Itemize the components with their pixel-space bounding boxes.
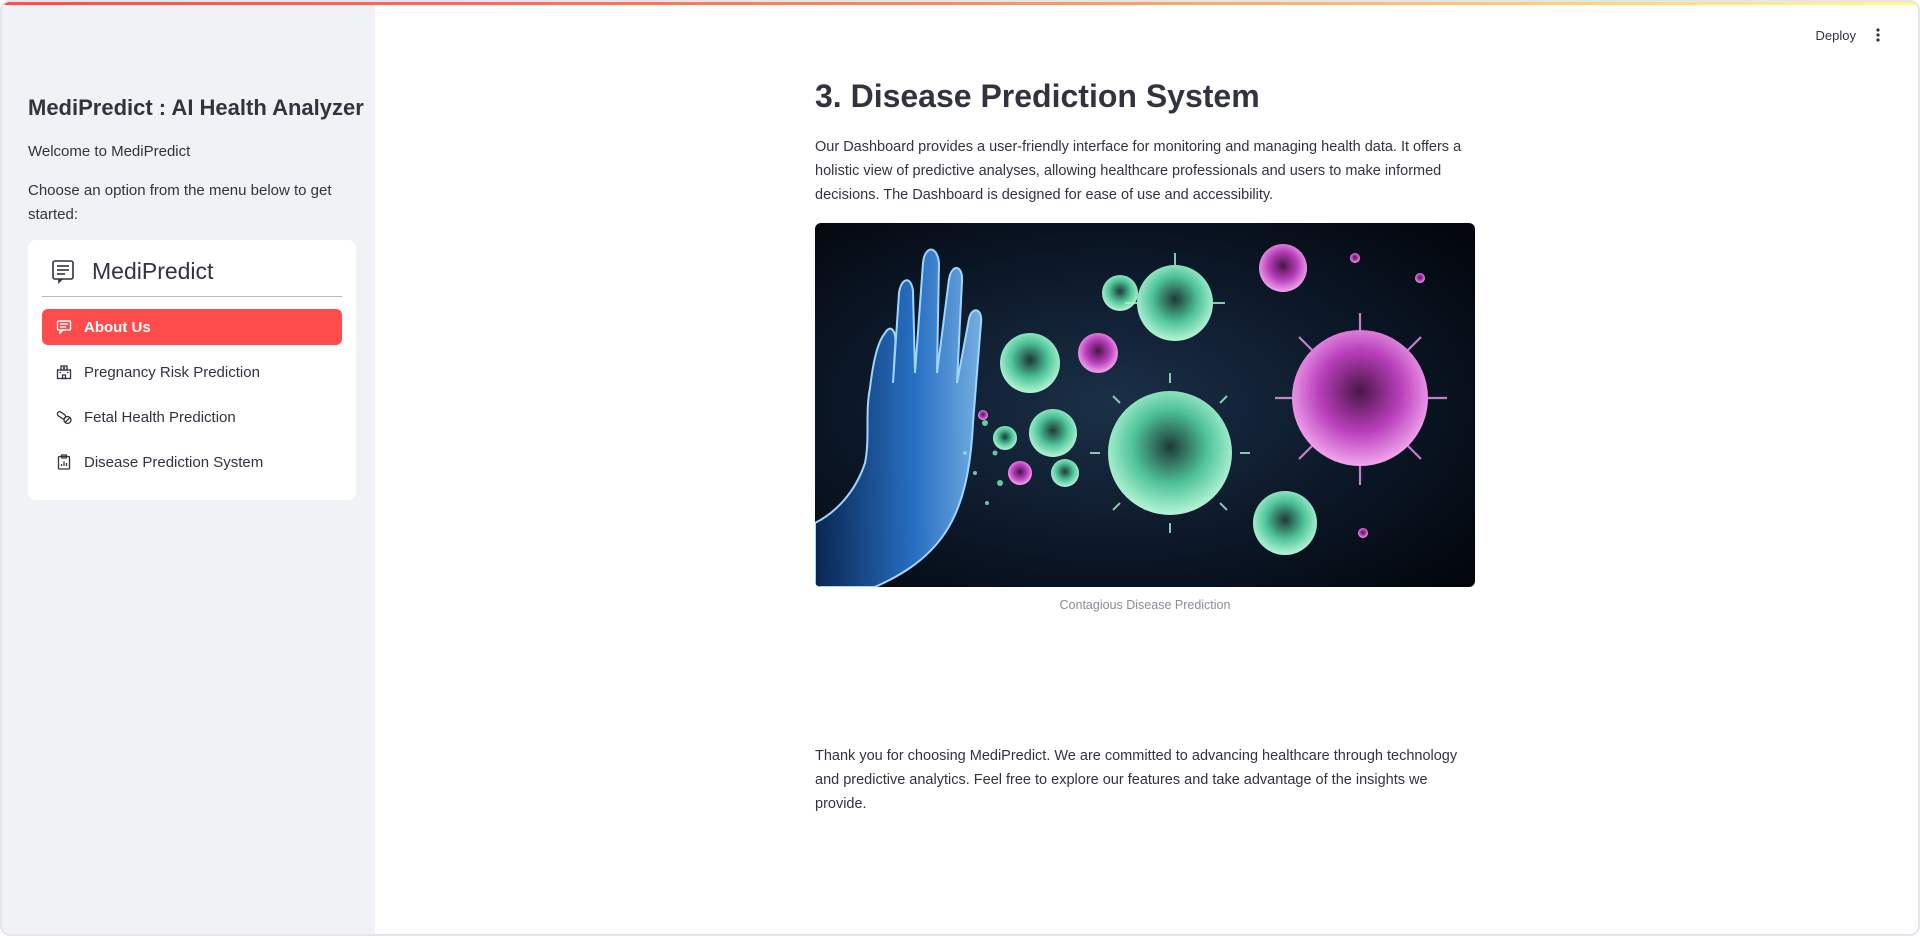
menu-item-label: Fetal Health Prediction <box>84 408 236 426</box>
chat-icon <box>56 319 72 335</box>
menu-item-label: About Us <box>84 318 151 336</box>
menu-item-fetal-health-prediction[interactable]: Fetal Health Prediction <box>42 399 342 435</box>
menu-header: MediPredict <box>42 252 342 297</box>
kebab-vertical-icon[interactable] <box>1874 26 1882 44</box>
instruction-text: Choose an option from the menu below to … <box>28 182 332 223</box>
option-menu: MediPredict About Us Pregnancy Risk Pred… <box>28 240 356 500</box>
deploy-button[interactable]: Deploy <box>1816 28 1856 43</box>
capsule-icon <box>56 409 72 425</box>
page-title: 3. Disease Prediction System <box>815 78 1260 114</box>
menu-item-label: Disease Prediction System <box>84 453 264 471</box>
menu-item-label: Pregnancy Risk Prediction <box>84 363 260 381</box>
welcome-text: Welcome to MediPredict <box>28 143 191 160</box>
sidebar: MediPredict : AI Health Analyzer Welcome… <box>2 2 375 934</box>
description-text: Our Dashboard provides a user-friendly i… <box>815 139 1462 203</box>
menu-item-about-us[interactable]: About Us <box>42 309 342 345</box>
disease-illustration-image <box>815 223 1475 587</box>
app-window: MediPredict : AI Health Analyzer Welcome… <box>0 0 1920 936</box>
top-decoration-bar <box>2 2 1918 5</box>
document-list-icon <box>50 258 76 284</box>
menu-header-title: MediPredict <box>92 257 214 284</box>
menu-item-disease-prediction-system[interactable]: Disease Prediction System <box>42 444 342 480</box>
closing-text: Thank you for choosing MediPredict. We a… <box>815 748 1458 812</box>
hospital-icon <box>56 364 72 380</box>
image-caption: Contagious Disease Prediction <box>1059 598 1231 612</box>
menu-item-pregnancy-risk-prediction[interactable]: Pregnancy Risk Prediction <box>42 354 342 390</box>
sidebar-title: MediPredict : AI Health Analyzer <box>28 95 364 120</box>
clipboard-icon <box>56 454 72 470</box>
